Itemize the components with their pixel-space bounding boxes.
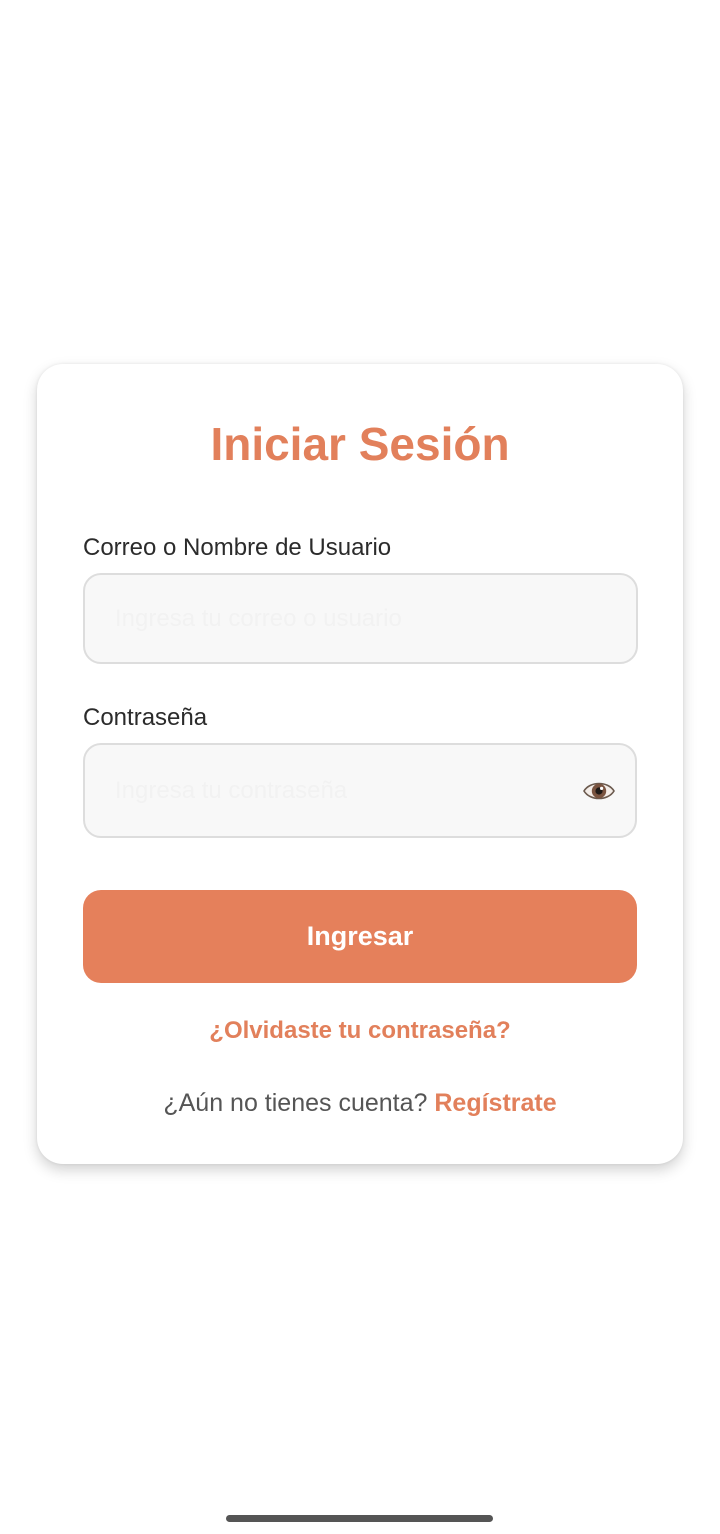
forgot-password-link[interactable]: ¿Olvidaste tu contraseña?	[37, 1014, 683, 1048]
user-field-label: Correo o Nombre de Usuario	[83, 534, 392, 561]
home-indicator[interactable]	[226, 1515, 493, 1522]
page-title: Iniciar Sesión	[210, 418, 510, 470]
register-prompt: ¿Aún no tienes cuenta? Regístrate	[37, 1086, 683, 1120]
login-card: Iniciar Sesión Correo o Nombre de Usuari…	[37, 364, 683, 1164]
eye-icon[interactable]	[583, 779, 615, 803]
password-input[interactable]	[115, 770, 555, 811]
password-field-label: Contraseña	[83, 704, 208, 731]
login-screen: Iniciar Sesión Correo o Nombre de Usuari…	[0, 0, 720, 1534]
password-field-container	[83, 743, 637, 838]
user-field-container	[83, 573, 638, 664]
user-input[interactable]	[115, 598, 555, 639]
no-account-text: ¿Aún no tienes cuenta?	[163, 1089, 428, 1117]
register-link[interactable]: Regístrate	[434, 1089, 556, 1117]
login-button[interactable]: Ingresar	[83, 890, 637, 983]
